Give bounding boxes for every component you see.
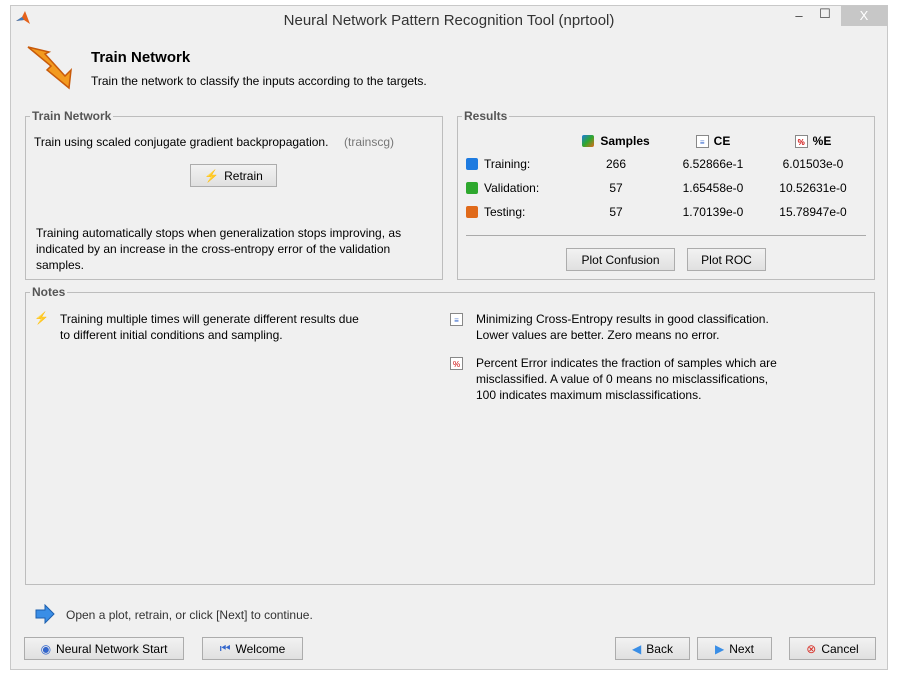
ce-value: 6.52866e-1 (682, 157, 744, 171)
cube-icon (466, 206, 478, 218)
arrow-right-icon: ▶ (715, 641, 725, 656)
rewind-icon: ⏮ (219, 641, 231, 655)
lightning-icon: ⚡ (34, 311, 49, 325)
cancel-button[interactable]: ⊗ Cancel (789, 637, 876, 660)
train-network-group: Train Network Train using scaled conjuga… (25, 109, 443, 280)
retrain-label: Retrain (224, 168, 263, 183)
welcome-label: Welcome (235, 641, 286, 656)
arrow-right-icon (35, 604, 55, 624)
cube-icon (466, 158, 478, 170)
row-label: Testing: (484, 205, 526, 219)
cancel-icon: ⊗ (806, 641, 817, 656)
train-lightning-icon (27, 46, 72, 90)
pe-value: 15.78947e-0 (779, 205, 847, 219)
notes-pe-text: Percent Error indicates the fraction of … (476, 356, 777, 402)
maximize-button[interactable]: ☐ (815, 6, 835, 26)
nprtool-window: Neural Network Pattern Recognition Tool … (10, 5, 888, 670)
window-title: Neural Network Pattern Recognition Tool … (283, 12, 615, 29)
retrain-button[interactable]: ⚡ Retrain (190, 164, 277, 187)
page-subtitle: Train the network to classify the inputs… (91, 74, 427, 88)
group-label: Results (462, 109, 510, 123)
samples-value: 266 (605, 157, 627, 171)
welcome-button[interactable]: ⏮ Welcome (202, 637, 303, 660)
arrow-left-icon: ◀ (632, 641, 642, 656)
group-label: Notes (30, 285, 68, 299)
back-button[interactable]: ◀ Back (615, 637, 690, 660)
brain-icon: ◉ (40, 641, 52, 656)
result-row-label: Training: (466, 157, 530, 171)
back-label: Back (646, 641, 673, 656)
cube-icon (466, 182, 478, 194)
samples-value: 57 (609, 205, 623, 219)
plot-confusion-button[interactable]: Plot Confusion (566, 248, 675, 271)
cancel-label: Cancel (821, 641, 859, 656)
ce-icon: ≡ (450, 313, 463, 326)
samples-value: 57 (609, 181, 623, 195)
notes-group: Notes ⚡ Training multiple times will gen… (25, 285, 875, 585)
ce-value: 1.65458e-0 (682, 181, 744, 195)
training-description: Train using scaled conjugate gradient ba… (34, 135, 329, 149)
next-button[interactable]: ▶ Next (697, 637, 772, 660)
pe-value: 10.52631e-0 (779, 181, 847, 195)
result-row-label: Validation: (466, 181, 539, 195)
lightning-icon: ⚡ (204, 168, 220, 183)
percent-error-icon: % (794, 135, 808, 148)
plot-roc-button[interactable]: Plot ROC (687, 248, 766, 271)
row-label: Validation: (484, 181, 540, 195)
result-row-label: Testing: (466, 205, 525, 219)
ce-icon: ≡ (695, 135, 709, 148)
ce-value: 1.70139e-0 (682, 205, 744, 219)
close-button[interactable]: X (841, 6, 887, 26)
group-label: Train Network (30, 109, 114, 123)
neural-network-start-button[interactable]: ◉ Neural Network Start (24, 637, 184, 660)
percent-error-icon: % (450, 357, 463, 370)
training-algorithm: (trainscg) (344, 135, 395, 149)
minimize-button[interactable]: ‒ (789, 8, 809, 28)
ce-header: CE (713, 134, 731, 148)
page-title: Train Network (91, 49, 191, 66)
pe-header: %E (812, 134, 832, 148)
notes-ce-text: Minimizing Cross-Entropy results in good… (476, 312, 769, 342)
samples-icon (582, 135, 595, 147)
results-group: Results Samples ≡ CE % %E Training: 266 6.… (457, 109, 875, 280)
samples-header: Samples (600, 134, 650, 148)
notes-training-text: Training multiple times will generate di… (60, 312, 359, 342)
divider (466, 235, 866, 236)
pe-value: 6.01503e-0 (782, 157, 844, 171)
hint-text: Open a plot, retrain, or click [Next] to… (66, 608, 313, 622)
title-bar[interactable]: Neural Network Pattern Recognition Tool … (11, 6, 887, 34)
training-stop-note: Training automatically stops when genera… (36, 226, 402, 272)
next-label: Next (729, 641, 754, 656)
row-label: Training: (484, 157, 531, 171)
nn-start-label: Neural Network Start (56, 641, 168, 656)
